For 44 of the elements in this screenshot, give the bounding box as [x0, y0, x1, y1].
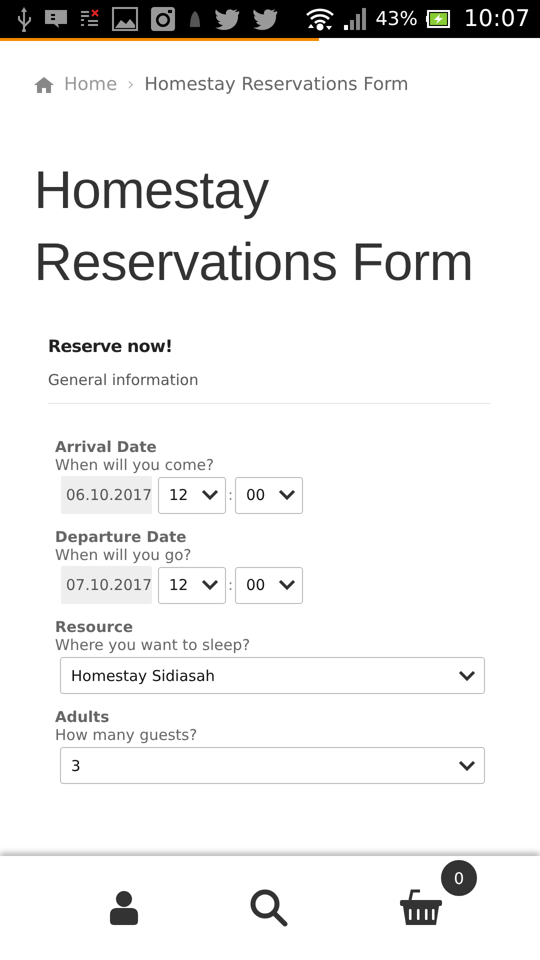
wifi-icon — [305, 6, 336, 32]
usb-icon — [16, 6, 32, 32]
field-label: Arrival Date — [55, 438, 158, 456]
image-icon — [112, 7, 138, 31]
chevron-down-icon — [458, 670, 476, 682]
field-hint: When will you come? — [55, 456, 215, 474]
battery-icon — [426, 10, 450, 28]
clock: 10:07 — [464, 6, 530, 32]
message-icon — [44, 8, 68, 30]
hour-select[interactable]: 12 — [158, 476, 226, 514]
field-hint: Where you want to sleep? — [55, 636, 252, 654]
account-icon[interactable] — [110, 891, 138, 925]
field-label: Departure Date — [55, 528, 188, 546]
section-label: General information — [48, 371, 490, 404]
chevron-down-icon — [278, 579, 296, 591]
chevron-down-icon — [201, 489, 219, 501]
breadcrumb-current: Homestay Reservations Form — [144, 74, 409, 95]
form-heading: Reserve now! — [48, 337, 174, 357]
field-hint: How many guests? — [55, 726, 198, 744]
time-separator: : — [228, 486, 234, 504]
page-title: Homestay Reservations Form — [34, 160, 474, 294]
search-icon[interactable] — [250, 889, 288, 927]
home-icon[interactable] — [34, 76, 54, 92]
battery-percent: 43% — [375, 8, 418, 30]
chevron-down-icon — [458, 760, 476, 772]
chevron-down-icon — [201, 579, 219, 591]
chevron-down-icon — [278, 489, 296, 501]
dropdown-select[interactable]: Homestay Sidiasah — [60, 657, 485, 694]
bird-icon — [252, 8, 278, 30]
time-separator: : — [228, 576, 234, 594]
cart-count-badge: 0 — [440, 859, 478, 897]
bird-icon — [214, 8, 240, 30]
field-label: Resource — [55, 618, 134, 636]
minute-select[interactable]: 00 — [235, 566, 304, 604]
field-label: Adults — [55, 708, 110, 726]
minute-select[interactable]: 00 — [235, 476, 304, 514]
breadcrumb-separator: › — [127, 74, 134, 95]
camera-icon — [150, 6, 176, 32]
field-hint: When will you go? — [55, 546, 192, 564]
hour-select[interactable]: 12 — [158, 566, 226, 604]
date-field[interactable]: 07.10.2017 — [61, 566, 152, 604]
dropdown-select[interactable]: 3 — [60, 747, 485, 784]
signal-icon — [343, 7, 368, 31]
date-field[interactable]: 06.10.2017 — [61, 476, 152, 514]
